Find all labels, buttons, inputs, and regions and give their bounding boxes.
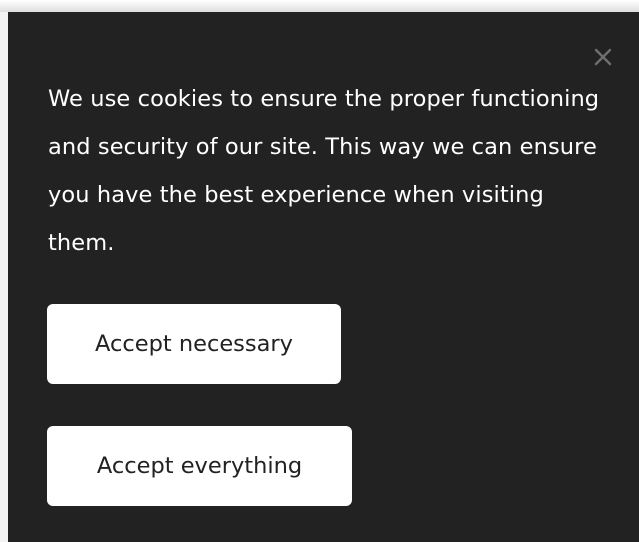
close-icon: [594, 48, 612, 66]
page-top-edge: [0, 0, 639, 12]
accept-everything-button[interactable]: Accept everything: [47, 426, 352, 506]
accept-necessary-button[interactable]: Accept necessary: [47, 304, 341, 384]
cookie-message: We use cookies to ensure the proper func…: [48, 86, 600, 256]
cookie-banner: We use cookies to ensure the proper func…: [8, 12, 639, 542]
close-button[interactable]: [588, 42, 618, 72]
